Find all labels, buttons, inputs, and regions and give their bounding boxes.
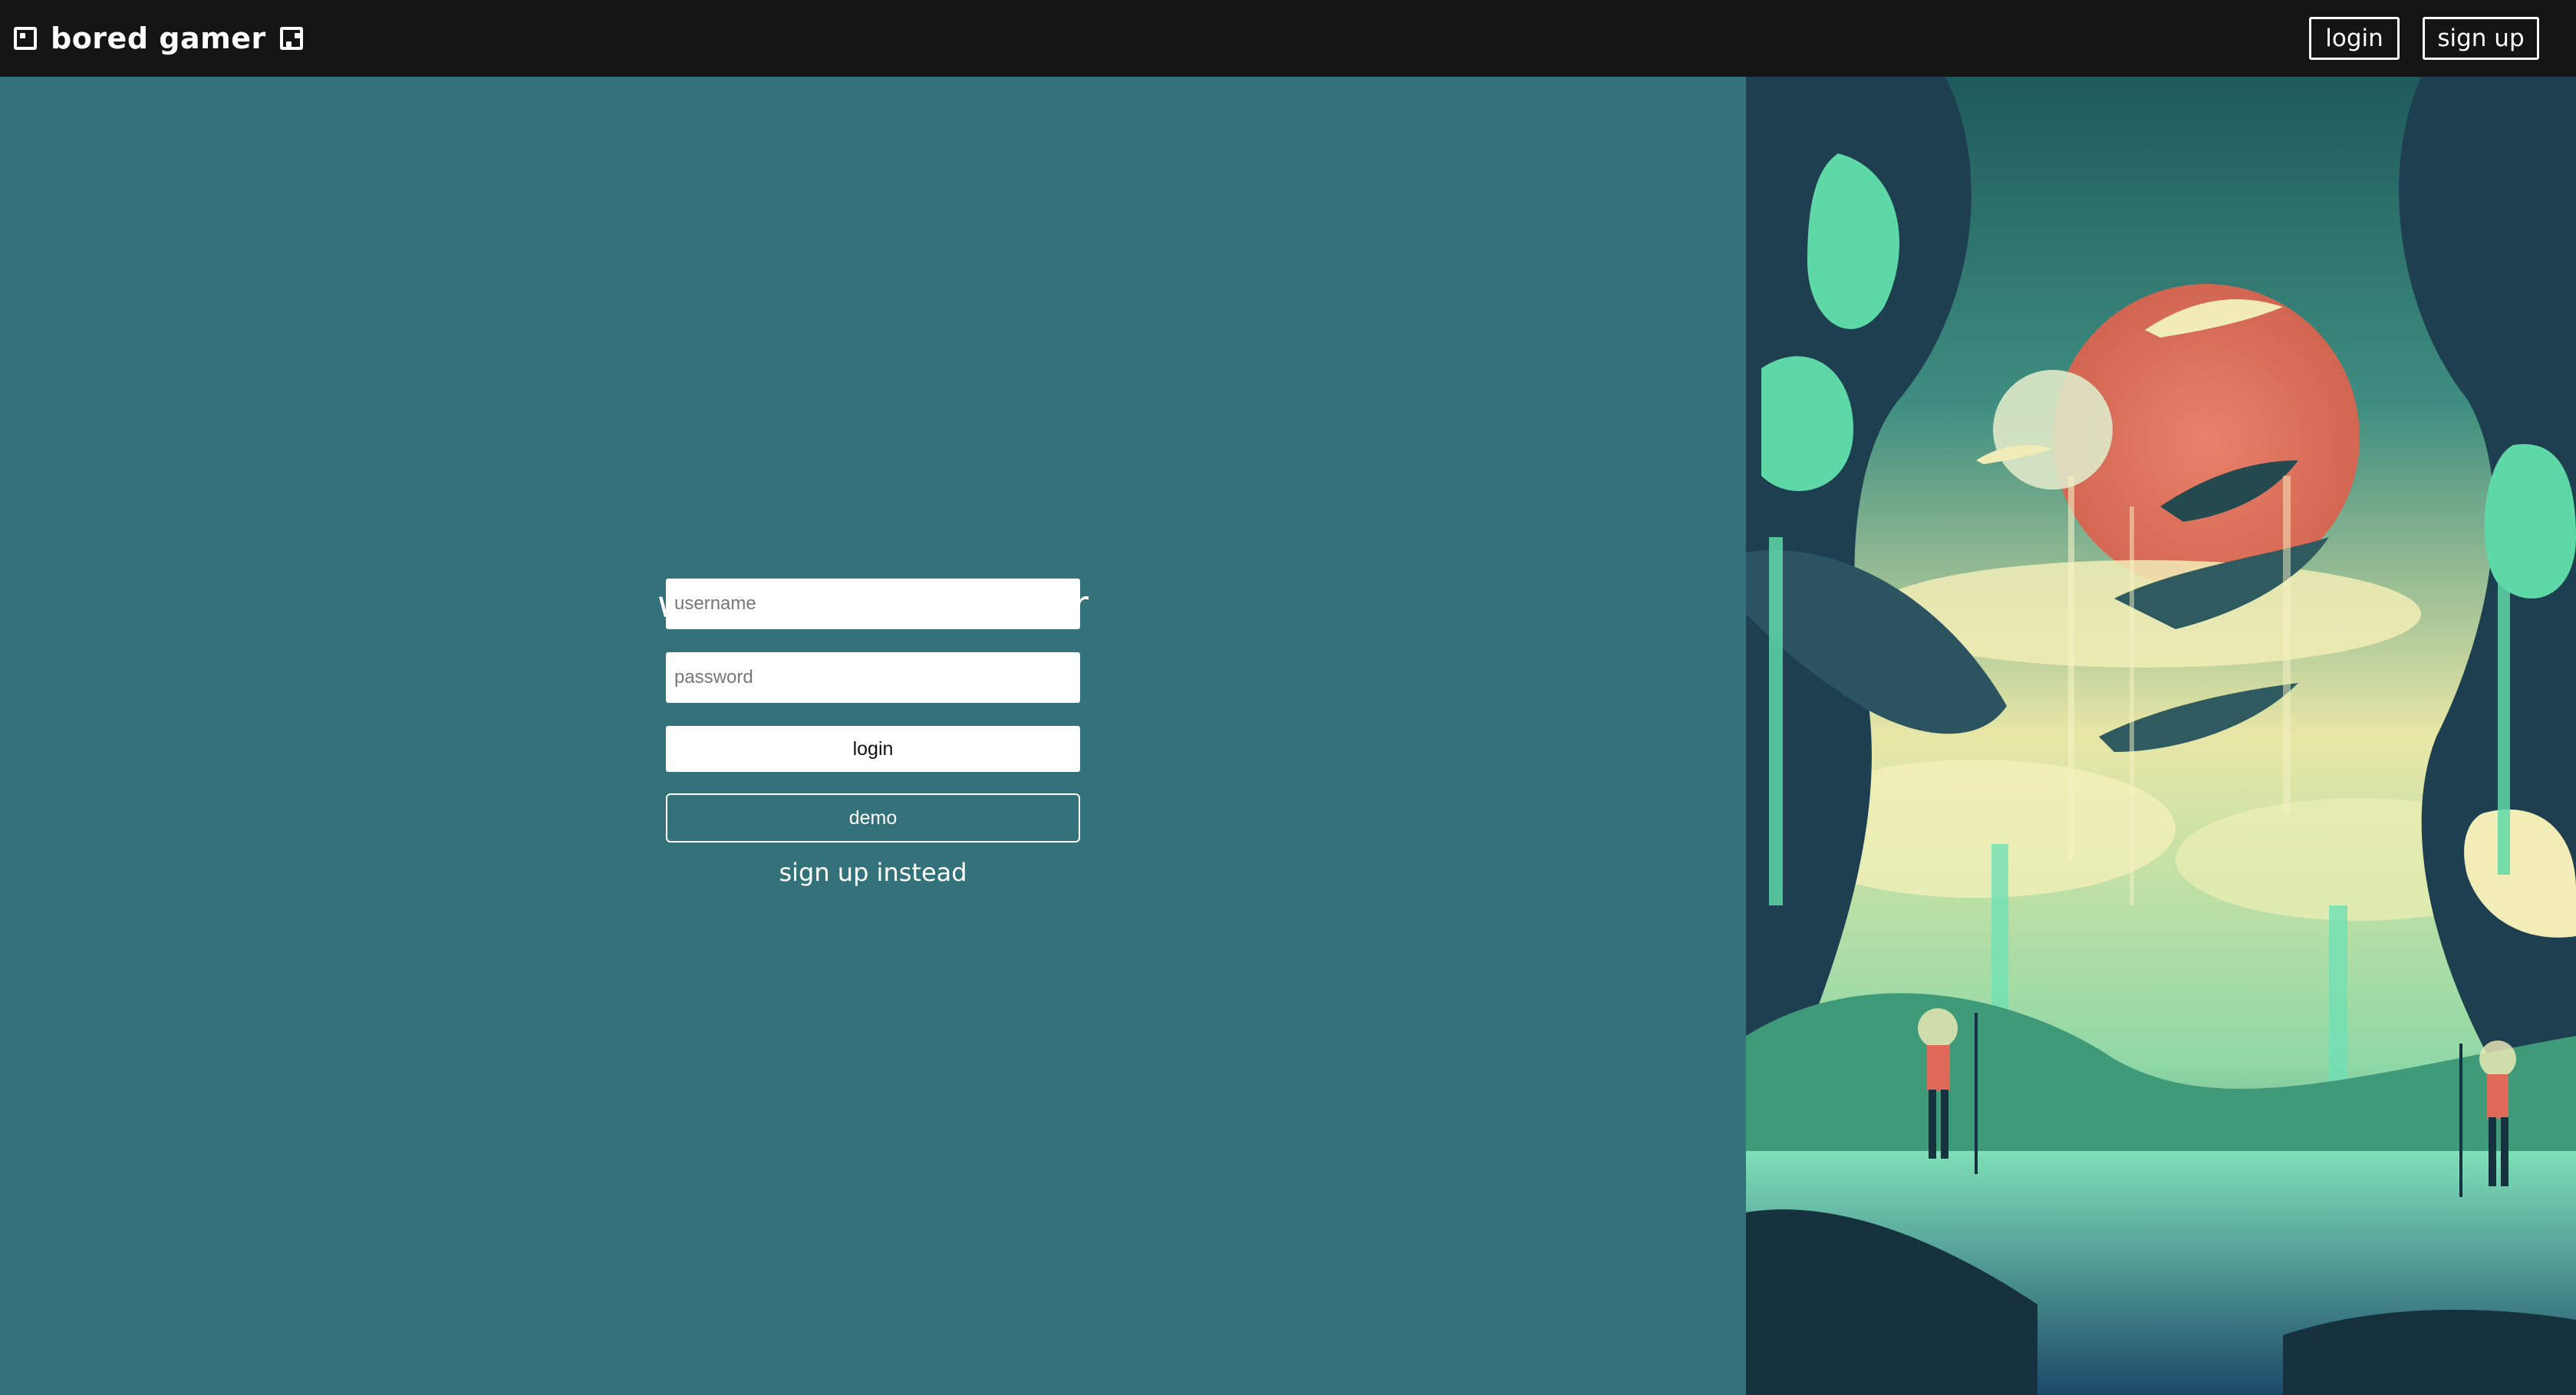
die-two-icon — [279, 27, 303, 50]
password-input[interactable] — [666, 652, 1080, 703]
nav-signup-button[interactable]: sign up — [2423, 17, 2539, 60]
nav-login-button[interactable]: login — [2309, 17, 2400, 60]
signup-instead-link[interactable]: sign up instead — [0, 858, 1746, 887]
top-nav-bar: bored gamer login sign up — [0, 0, 2576, 77]
demo-button[interactable]: demo — [666, 793, 1080, 843]
login-panel: welcome back stranger login demo sign up… — [0, 77, 1746, 1395]
brand-name: bored gamer — [51, 21, 266, 55]
login-button[interactable]: login — [666, 726, 1080, 772]
brand-logo[interactable]: bored gamer — [14, 20, 303, 57]
username-input[interactable] — [666, 579, 1080, 629]
die-one-icon — [14, 27, 37, 50]
fantasy-landscape-illustration — [1746, 77, 2576, 1395]
